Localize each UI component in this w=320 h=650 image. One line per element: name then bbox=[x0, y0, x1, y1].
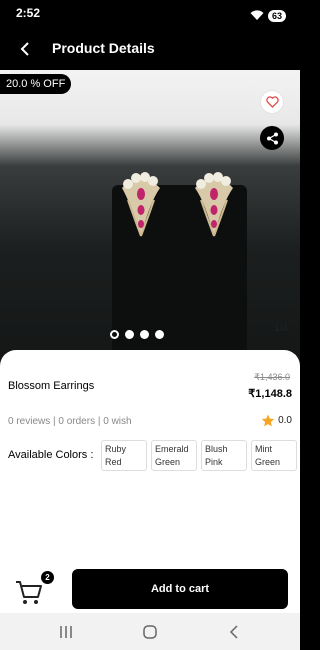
earrings-image bbox=[122, 172, 233, 237]
wifi-icon bbox=[250, 6, 264, 25]
system-navigation-bar bbox=[0, 613, 300, 650]
home-button[interactable] bbox=[140, 623, 160, 641]
product-stats: 0 reviews | 0 orders | 0 wish bbox=[8, 416, 132, 427]
image-counter: 1/4 bbox=[274, 323, 288, 334]
cart-icon bbox=[16, 581, 42, 604]
rating-value: 0.0 bbox=[278, 415, 292, 426]
discount-badge: 20.0 % OFF bbox=[0, 74, 72, 94]
carousel-dots bbox=[110, 330, 164, 339]
app-bar: Product Details bbox=[0, 28, 300, 70]
back-arrow-icon bbox=[20, 42, 29, 56]
carousel-dot[interactable] bbox=[140, 330, 149, 339]
status-time: 2:52 bbox=[16, 6, 41, 20]
add-to-cart-button[interactable]: Add to cart bbox=[72, 569, 288, 609]
status-bar: 2:52 63 bbox=[0, 0, 300, 28]
battery-icon: 63 bbox=[267, 9, 286, 22]
color-option-blush-pink[interactable]: Blush Pink bbox=[201, 440, 247, 471]
cart-count-badge: 2 bbox=[41, 571, 54, 584]
carousel-dot[interactable] bbox=[110, 330, 119, 339]
home-icon bbox=[143, 625, 157, 639]
heart-icon bbox=[265, 96, 279, 108]
product-image-carousel[interactable]: 20.0 % OFF 1/4 bbox=[0, 70, 300, 370]
original-price: ₹1,436.0 bbox=[254, 372, 290, 382]
discounted-price: ₹1,148.8 bbox=[248, 388, 292, 400]
wishlist-button[interactable] bbox=[260, 90, 284, 114]
color-option-mint-green[interactable]: Mint Green bbox=[251, 440, 297, 471]
action-bar: 2 Add to cart bbox=[0, 565, 300, 613]
carousel-dot[interactable] bbox=[125, 330, 134, 339]
color-option-emerald-green[interactable]: Emerald Green bbox=[151, 440, 197, 471]
back-nav-button[interactable] bbox=[224, 623, 244, 641]
recent-apps-icon bbox=[60, 626, 72, 638]
share-icon bbox=[266, 132, 278, 144]
share-button[interactable] bbox=[260, 126, 284, 150]
back-button[interactable] bbox=[12, 36, 38, 62]
carousel-dot[interactable] bbox=[155, 330, 164, 339]
status-icons: 63 bbox=[250, 6, 286, 25]
page-title: Product Details bbox=[52, 40, 155, 56]
color-options: Ruby Red Emerald Green Blush Pink Mint G… bbox=[101, 440, 297, 471]
back-chevron-icon bbox=[229, 625, 238, 639]
rating: 0.0 bbox=[261, 414, 292, 427]
recent-apps-button[interactable] bbox=[56, 623, 76, 641]
color-option-ruby-red[interactable]: Ruby Red bbox=[101, 440, 147, 471]
cart-button[interactable]: 2 bbox=[14, 571, 54, 607]
colors-label: Available Colors : bbox=[8, 449, 94, 461]
screen: 2:52 63 Product Details 20.0 % OFF 1/4 B… bbox=[0, 0, 300, 650]
star-icon bbox=[261, 414, 275, 427]
product-name: Blossom Earrings bbox=[8, 380, 95, 392]
